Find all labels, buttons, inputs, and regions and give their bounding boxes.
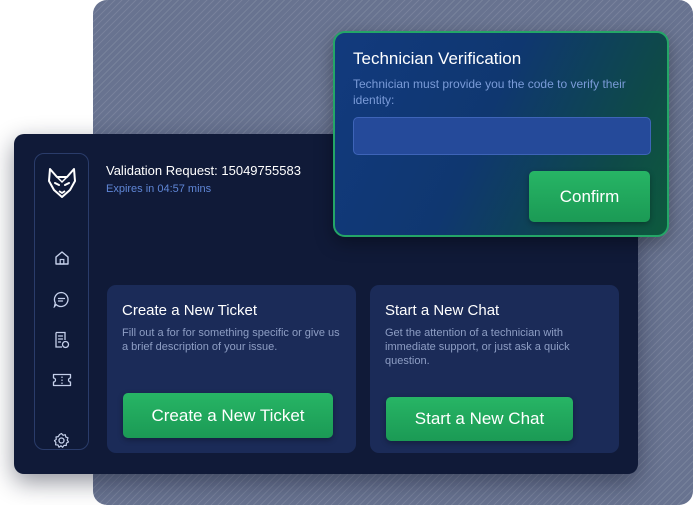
start-chat-button[interactable]: Start a New Chat bbox=[386, 397, 573, 441]
validation-request-title: Validation Request: 15049755583 bbox=[106, 163, 301, 178]
confirm-button[interactable]: Confirm bbox=[529, 171, 650, 222]
ticket-list-icon[interactable] bbox=[35, 328, 88, 352]
card-title: Create a New Ticket bbox=[122, 302, 258, 319]
verification-code-input[interactable] bbox=[353, 117, 651, 155]
gear-icon[interactable] bbox=[35, 428, 88, 452]
chat-icon[interactable] bbox=[35, 287, 88, 311]
expiry-timer: Expires in 04:57 mins bbox=[106, 183, 212, 195]
create-ticket-card: Create a New Ticket Fill out a for for s… bbox=[107, 285, 356, 453]
wolf-logo-icon[interactable] bbox=[35, 166, 88, 200]
card-title: Start a New Chat bbox=[385, 302, 500, 319]
sidebar bbox=[34, 153, 89, 450]
home-icon[interactable] bbox=[35, 246, 88, 270]
create-ticket-button[interactable]: Create a New Ticket bbox=[123, 393, 333, 438]
dialog-title: Technician Verification bbox=[353, 49, 522, 68]
card-description: Get the attention of a technician with i… bbox=[385, 327, 570, 367]
start-chat-card: Start a New Chat Get the attention of a … bbox=[370, 285, 619, 453]
dialog-description: Technician must provide you the code to … bbox=[353, 77, 626, 107]
card-description: Fill out a for for something specific or… bbox=[122, 327, 340, 353]
technician-verification-dialog: Technician Verification Technician must … bbox=[333, 31, 669, 237]
ticket-icon[interactable] bbox=[35, 368, 88, 392]
